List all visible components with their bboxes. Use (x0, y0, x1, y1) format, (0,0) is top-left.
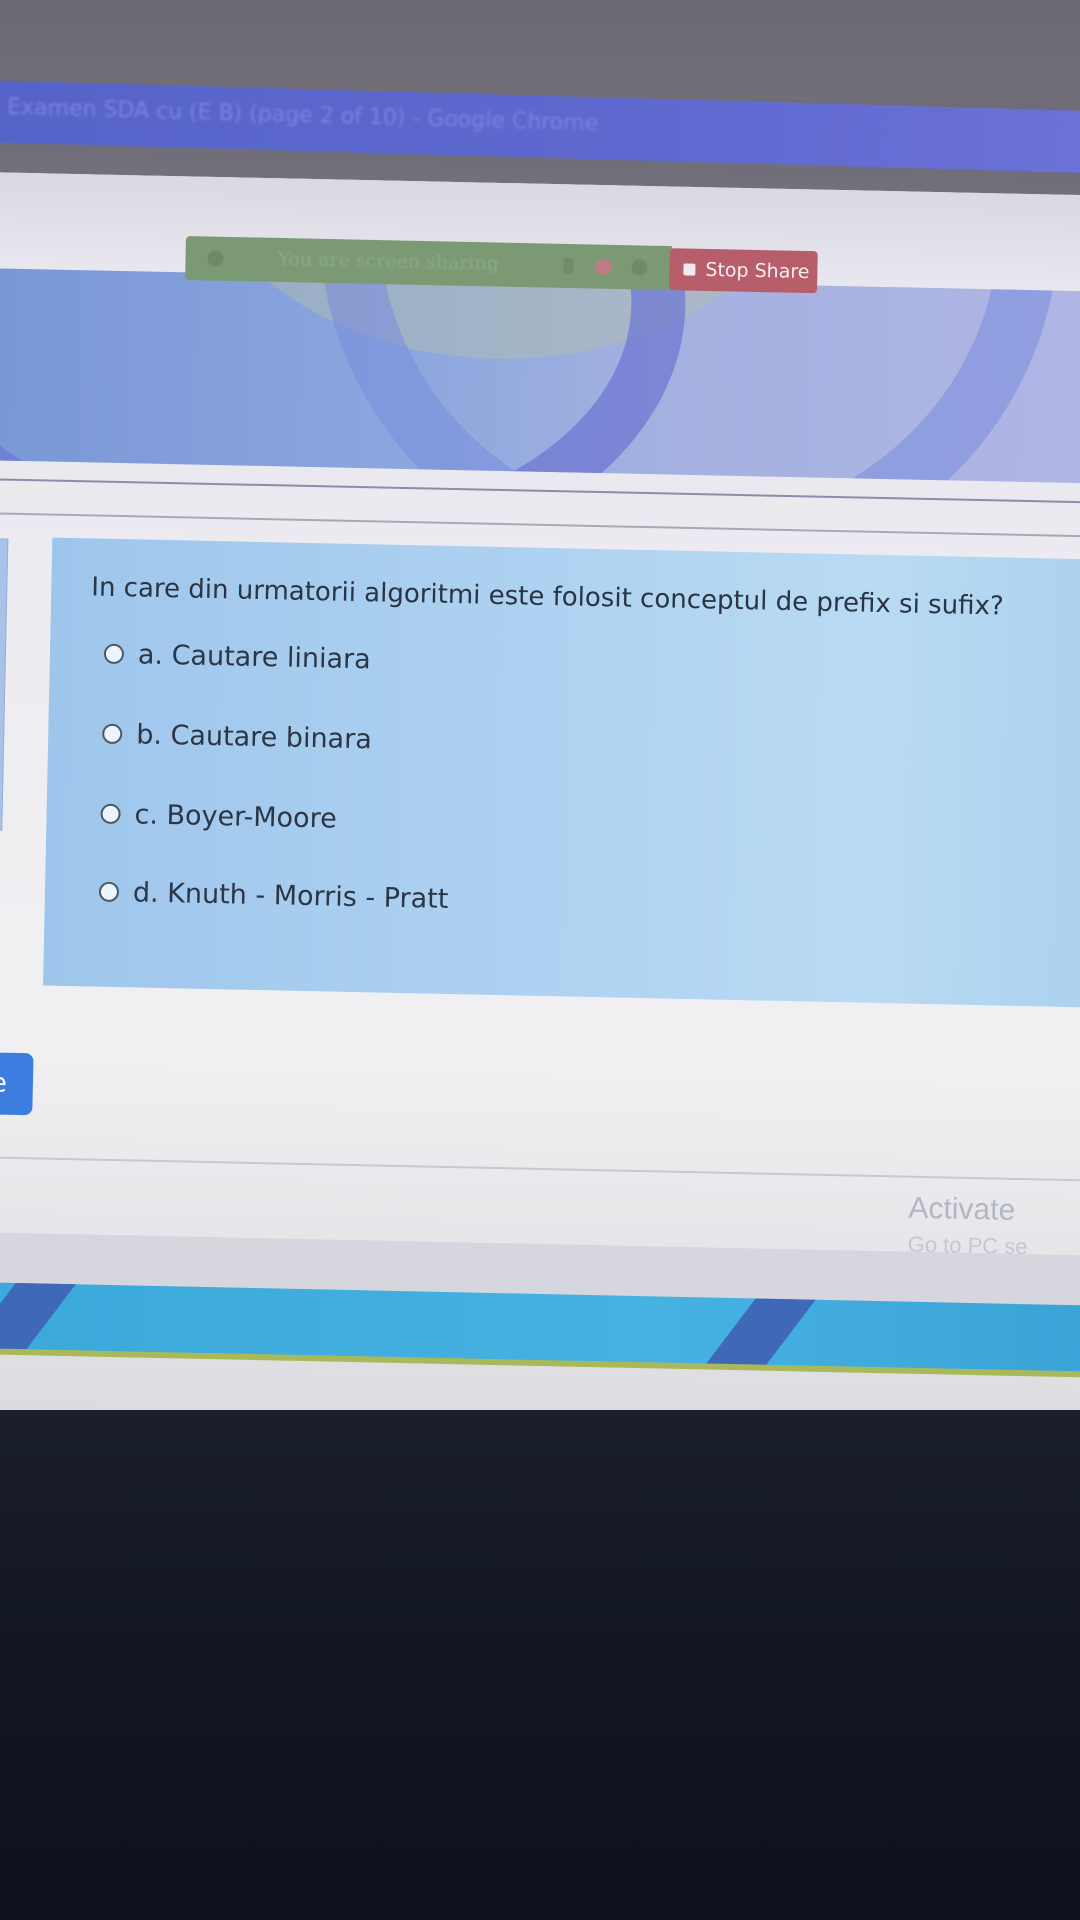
option-label: a. Cautare liniara (137, 638, 372, 675)
photo-of-screen: Examen SDA cu (E B) (page 2 of 10) - Goo… (0, 0, 1080, 1920)
next-page-button[interactable]: ge (0, 1051, 34, 1116)
radio-button[interactable] (103, 643, 125, 665)
monitor-bezel (0, 1410, 1080, 1920)
option-b[interactable]: b. Cautare binara (102, 714, 372, 760)
footer-stripe (688, 1288, 824, 1375)
mic-icon[interactable] (563, 257, 574, 275)
question-card: In care din urmatorii algoritmi este fol… (42, 537, 1080, 1009)
radio-button[interactable] (102, 723, 123, 745)
header-banner: i (0, 267, 1080, 485)
option-d[interactable]: d. Knuth - Morris - Pratt (98, 872, 449, 919)
option-label: c. Boyer-Moore (134, 798, 338, 835)
banner-arc (311, 267, 1067, 485)
stop-share-button[interactable]: Stop Share (668, 248, 818, 294)
radio-button[interactable] (98, 881, 120, 903)
option-c[interactable]: c. Boyer-Moore (100, 794, 337, 839)
share-status-text: You are screen sharing (277, 247, 500, 275)
question-text: In care din urmatorii algoritmi este fol… (91, 572, 1004, 622)
question-info-panel[interactable] (0, 537, 9, 831)
divider (0, 1155, 1080, 1183)
radio-button[interactable] (100, 803, 121, 825)
option-label: d. Knuth - Morris - Pratt (132, 876, 449, 915)
option-label: b. Cautare binara (135, 718, 373, 755)
divider (0, 477, 1080, 505)
activate-windows-watermark: Activate (908, 1191, 1016, 1227)
options-icon[interactable] (631, 259, 648, 276)
footer-stripe (0, 1281, 84, 1373)
divider (0, 511, 1080, 539)
stop-share-label: Stop Share (705, 258, 810, 284)
window-title: Examen SDA cu (E B) (page 2 of 10) - Goo… (6, 94, 599, 137)
record-icon[interactable] (595, 258, 612, 275)
stop-icon (683, 263, 696, 276)
option-a[interactable]: a. Cautare liniara (103, 634, 372, 680)
pin-icon[interactable] (207, 250, 224, 267)
quiz-page: i In care din urmatorii algoritmi este f… (0, 172, 1080, 1437)
